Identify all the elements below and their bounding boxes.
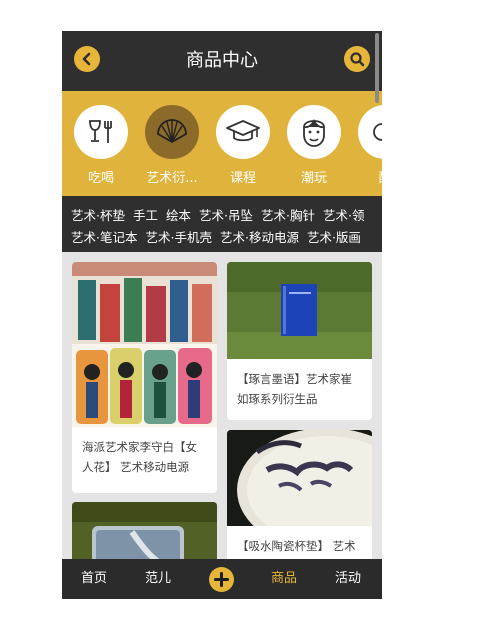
category-label: 吃喝 (87, 171, 114, 186)
header: 商品中心 (62, 31, 382, 91)
category-item-courses[interactable]: 课程 (215, 105, 271, 186)
product-image (227, 262, 372, 359)
category-item-art-derivatives[interactable]: 艺术衍... (144, 105, 200, 186)
nav-fan[interactable]: 范儿 (145, 559, 171, 599)
power-bank-artwork-image (72, 262, 217, 427)
add-button[interactable] (209, 567, 234, 592)
scrollbar[interactable] (375, 33, 379, 103)
bottom-nav: 首页 范儿 商品 活动 (62, 559, 382, 599)
tag-item[interactable]: 手工 (133, 208, 158, 223)
category-item-accessories[interactable]: 配 (357, 105, 382, 186)
category-label: 课程 (229, 171, 256, 186)
category-label: 潮玩 (300, 171, 327, 186)
graduation-cap-icon (226, 120, 260, 142)
category-bar: 吃喝 艺术衍... 课程 潮玩 (62, 91, 382, 196)
product-image (72, 262, 217, 427)
tag-row-1: 艺术·杯垫 手工 绘本 艺术·吊坠 艺术·胸针 艺术·领 (71, 204, 382, 226)
category-item-eat-drink[interactable]: 吃喝 (73, 105, 129, 186)
nav-products[interactable]: 商品 (271, 559, 297, 599)
tag-item[interactable]: 艺术·胸针 (261, 208, 315, 223)
product-card[interactable]: 【琢言墨语】艺术家崔如琢系列衍生品 (227, 262, 372, 420)
tag-item[interactable]: 艺术·移动电源 (220, 230, 299, 245)
product-card[interactable]: 海派艺术家李守白【女人花】 艺术移动电源 (72, 262, 217, 493)
tag-item[interactable]: 艺术·手机壳 (145, 230, 211, 245)
nav-events[interactable]: 活动 (335, 559, 361, 599)
plus-icon (214, 572, 229, 587)
tag-item[interactable]: 艺术·笔记本 (71, 230, 137, 245)
face-icon (303, 118, 325, 147)
search-button[interactable] (344, 46, 370, 72)
tag-bar: 艺术·杯垫 手工 绘本 艺术·吊坠 艺术·胸针 艺术·领 艺术·笔记本 艺术·手机壳 艺术·移… (62, 196, 382, 252)
page-title: 商品中心 (186, 50, 258, 71)
phone-screen: 商品中心 吃喝 艺术衍... 课程 潮玩 艺术·杯垫 手工 绘本 艺术·吊坠 艺… (62, 31, 382, 599)
ceramic-coaster-image (227, 430, 372, 526)
notebook-on-grass-image (227, 262, 372, 359)
wine-fork-icon (89, 120, 112, 143)
tag-row-2: 艺术·笔记本 艺术·手机壳 艺术·移动电源 艺术·版画 (71, 226, 382, 248)
tag-item[interactable]: 艺术·杯垫 (71, 208, 125, 223)
nav-home[interactable]: 首页 (81, 559, 107, 599)
category-label: 配 (357, 167, 382, 186)
tag-item[interactable]: 绘本 (166, 208, 191, 223)
tag-item[interactable]: 艺术·领 (323, 208, 364, 223)
category-label: 艺术衍... (146, 171, 198, 186)
category-item-trendy-toys[interactable]: 潮玩 (286, 105, 342, 186)
search-icon (350, 52, 365, 67)
accessory-icon (373, 123, 382, 141)
folding-fan-icon (157, 119, 187, 144)
tag-item[interactable]: 艺术·版画 (307, 230, 361, 245)
product-title: 【琢言墨语】艺术家崔如琢系列衍生品 (237, 372, 352, 406)
tag-item[interactable]: 艺术·吊坠 (199, 208, 253, 223)
product-title: 海派艺术家李守白【女人花】 艺术移动电源 (82, 440, 197, 474)
product-image (227, 430, 372, 526)
